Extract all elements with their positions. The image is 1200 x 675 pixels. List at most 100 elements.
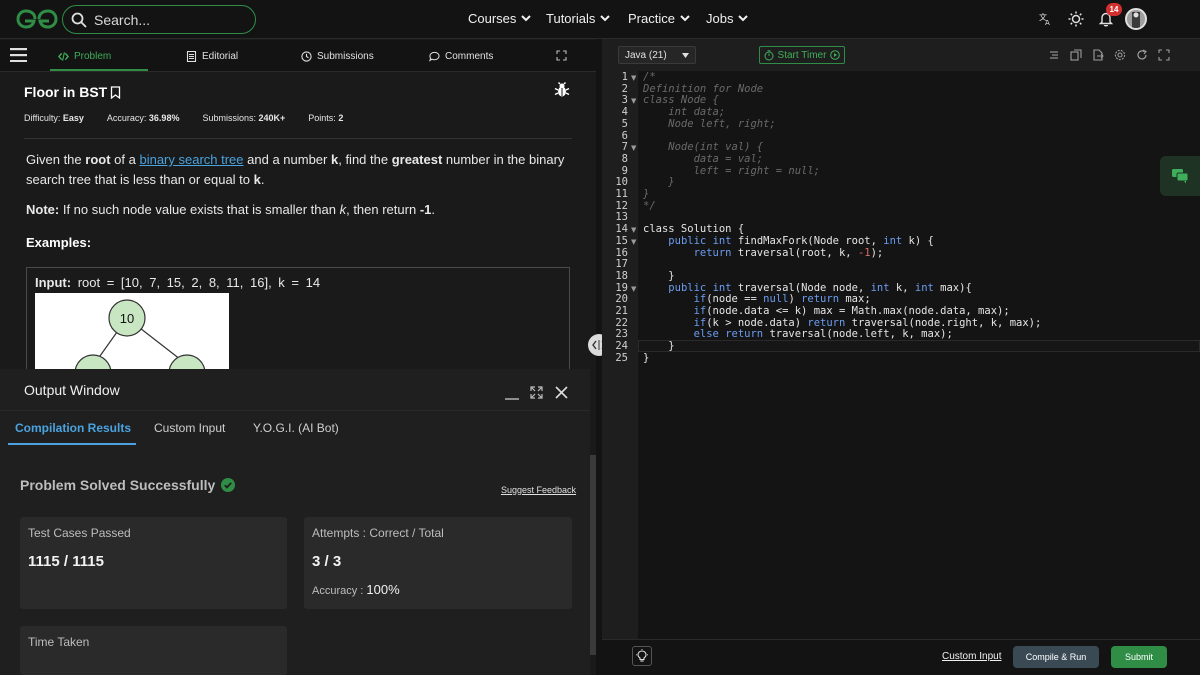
fullscreen-icon[interactable] [1158,49,1170,61]
chevron-down-icon [680,15,690,22]
desc-text: , find the [338,152,392,167]
translate-icon[interactable]: 文A [1036,9,1056,29]
binary-search-tree-link[interactable]: binary search tree [139,152,243,167]
examples-heading: Examples: [26,235,92,250]
search-box[interactable]: Search... [62,5,256,34]
card-accuracy: Accuracy : 100% [312,582,400,597]
problem-title-text: Floor in BST [24,84,108,100]
tab-submissions[interactable]: Submissions [301,51,374,62]
points-label: Points: [308,113,336,123]
nav-courses[interactable]: Courses [468,11,532,26]
custom-input-link[interactable]: Custom Input [942,651,1001,662]
nav-practice[interactable]: Practice [628,11,690,26]
note-text: . [431,202,435,217]
tab-comments[interactable]: Comments [429,51,493,62]
import-file-icon[interactable] [1092,49,1104,61]
search-icon [71,12,87,28]
hint-bulb-icon[interactable] [632,646,652,666]
copy-icon[interactable] [1070,49,1082,61]
format-code-icon[interactable] [1048,49,1060,61]
result-status-text: Problem Solved Successfully [20,477,216,493]
desc-bold: k [253,172,261,187]
suggest-feedback-link[interactable]: Suggest Feedback [501,485,576,495]
bug-report-icon[interactable] [554,82,570,98]
note-text: , then return [346,202,420,217]
nav-jobs-label: Jobs [706,11,734,26]
tab-custom-input[interactable]: Custom Input [154,421,225,435]
difficulty-label: Difficulty: [24,113,61,123]
maximize-icon[interactable] [530,386,543,399]
result-status: Problem Solved Successfully [20,477,236,493]
bookmark-icon[interactable] [110,85,121,99]
card-accuracy-value: 100% [366,582,400,597]
line-number: 5 [621,117,628,130]
notification-badge: 14 [1106,3,1122,16]
start-timer-button[interactable]: Start Timer [759,46,845,64]
chat-icon [1172,169,1189,184]
fold-arrow-icon[interactable]: ▼ [631,144,636,152]
stopwatch-icon [764,49,774,60]
accuracy-meta: Accuracy: 36.98% [107,113,180,123]
fold-arrow-icon[interactable]: ▼ [631,226,636,234]
expand-icon[interactable] [556,50,567,61]
tab-problem[interactable]: Problem [58,51,111,62]
attempts-card: Attempts : Correct / Total 3 / 3 Accurac… [304,517,572,609]
nav-jobs[interactable]: Jobs [706,11,749,26]
tab-editorial[interactable]: Editorial [186,51,238,62]
accuracy-value: 36.98% [148,113,180,123]
nav-tutorials[interactable]: Tutorials [546,11,611,26]
line-number: 8 [621,152,628,165]
theme-sun-icon[interactable] [1066,9,1086,29]
line-number: 15 [615,234,628,247]
submissions-value: 240K+ [258,113,286,123]
language-select-value: Java (21) [625,49,667,61]
code-line: */ [643,199,656,212]
fold-arrow-icon[interactable]: ▼ [631,74,636,82]
current-line-highlight [638,340,1200,352]
reset-icon[interactable] [1136,49,1148,61]
line-number: 18 [615,269,628,282]
submissions-label: Submissions: [202,113,256,123]
submit-button[interactable]: Submit [1111,646,1167,668]
example-input-label: Input: [35,275,72,290]
hamburger-menu-icon[interactable] [10,48,27,62]
tab-compilation-results[interactable]: Compilation Results [15,421,131,435]
chevron-down-icon [738,15,749,22]
tab-problem-label: Problem [74,51,112,62]
tree-node-label: 10 [120,311,134,326]
problem-description: Given the root of a binary search tree a… [26,150,574,190]
attempts-label: Attempts : Correct / Total [312,526,444,540]
time-taken-label: Time Taken [28,635,90,649]
gfg-logo-icon[interactable] [16,9,58,29]
divider [24,138,572,139]
clock-icon [301,51,312,62]
problem-meta: Difficulty: Easy Accuracy: 36.98% Submis… [24,113,343,123]
code-line: return traversal(root, k, -1); [693,246,884,259]
minimize-icon[interactable] [505,388,519,400]
chat-button[interactable] [1160,156,1200,196]
language-select[interactable]: Java (21) [618,46,696,64]
accuracy-label: Accuracy: [106,113,147,123]
settings-gear-icon[interactable] [1114,49,1126,61]
desc-text: of a [110,152,140,167]
search-placeholder: Search... [94,12,151,28]
start-timer-label: Start Timer [777,49,827,61]
output-title: Output Window [24,382,120,398]
code-line: public int findMaxFork(Node root, int k)… [668,234,934,247]
time-taken-card: Time Taken [20,626,287,675]
fold-arrow-icon[interactable]: ▼ [631,97,636,105]
close-icon[interactable] [555,386,568,399]
fold-arrow-icon[interactable]: ▼ [631,238,636,246]
desc-text: Given the [26,152,86,167]
fold-arrow-icon[interactable]: ▼ [631,285,636,293]
compile-run-button[interactable]: Compile & Run [1013,646,1099,668]
nav-tutorials-label: Tutorials [546,11,596,26]
avatar[interactable] [1125,8,1147,30]
attempts-value: 3 / 3 [312,553,342,570]
nav-courses-label: Courses [468,11,517,26]
difficulty-meta: Difficulty: Easy [24,113,84,123]
points-value: 2 [338,113,344,123]
tab-yogi-bot[interactable]: Y.O.G.I. (AI Bot) [253,421,339,435]
code-line: else return traversal(node.left, k, max)… [693,328,953,341]
code-line: Node left, right; [643,117,776,130]
